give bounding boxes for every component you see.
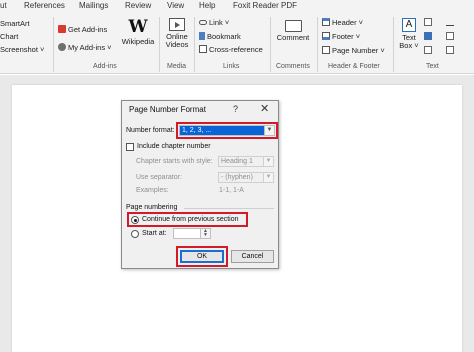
number-format-label: Number format:: [126, 127, 175, 134]
store-icon: [58, 25, 66, 33]
screenshot-button[interactable]: Screenshot ˅: [0, 45, 44, 54]
my-addins-label: My Add-ins ˅: [68, 43, 112, 52]
group-label-addins: Add-ins: [93, 63, 117, 70]
date-time-icon[interactable]: [446, 32, 456, 41]
comment-label: Comment: [276, 33, 310, 42]
footer-icon: [322, 32, 330, 40]
word-window: ut References Mailings Review View Help …: [0, 0, 474, 352]
page-number-label: Page Number ˅: [332, 46, 385, 55]
examples-value: 1-1, 1-A: [219, 187, 244, 194]
dialog-title: Page Number Format: [129, 105, 206, 114]
group-label-media: Media: [167, 63, 187, 70]
comment-icon: [284, 20, 302, 32]
tab-foxit-reader-pdf[interactable]: Foxit Reader PDF: [233, 1, 297, 10]
ribbon: SmartArt Chart Screenshot ˅ Get Add-ins …: [0, 14, 474, 74]
signature-line-icon[interactable]: [446, 18, 456, 27]
tab-mailings[interactable]: Mailings: [79, 1, 108, 10]
chart-button[interactable]: Chart: [0, 32, 18, 41]
examples-label: Examples:: [136, 187, 169, 194]
screenshot-label: Screenshot ˅: [0, 45, 45, 54]
bookmark-button[interactable]: Bookmark: [199, 32, 241, 41]
highlight-number-format: [176, 122, 278, 139]
tab-references[interactable]: References: [24, 1, 65, 10]
include-chapter-checkbox[interactable]: [126, 143, 134, 151]
separator: [317, 17, 318, 72]
wikipedia-icon: W: [128, 17, 148, 37]
footer-label: Footer ˅: [332, 32, 361, 41]
close-icon[interactable]: ✕: [260, 102, 269, 115]
object-icon[interactable]: [446, 46, 456, 55]
online-videos-button[interactable]: Online Videos: [162, 18, 192, 49]
separator: [53, 17, 54, 72]
quick-parts-icon[interactable]: [424, 18, 434, 27]
cross-reference-label: Cross-reference: [209, 45, 263, 54]
page-number-icon: [322, 46, 330, 54]
start-at-input[interactable]: ▲ ▼: [173, 228, 211, 239]
get-addins-label: Get Add-ins: [68, 25, 108, 34]
bookmark-icon: [199, 32, 205, 40]
header-button[interactable]: Header ˅: [322, 18, 363, 27]
my-addins-button[interactable]: My Add-ins ˅: [58, 43, 112, 52]
header-label: Header ˅: [332, 18, 364, 27]
online-videos-label: Online Videos: [165, 32, 189, 49]
ribbon-tabs: ut References Mailings Review View Help …: [0, 0, 474, 14]
group-label-header-footer: Header & Footer: [328, 63, 380, 70]
start-at-label: Start at:: [142, 230, 167, 237]
wikipedia-label: Wikipedia: [121, 37, 155, 46]
tab-help[interactable]: Help: [199, 1, 215, 10]
group-label-comments: Comments: [276, 63, 310, 70]
page-numbering-label: Page numbering: [126, 204, 178, 211]
drop-cap-icon[interactable]: [424, 46, 434, 55]
chapter-style-label: Chapter starts with style:: [136, 158, 213, 165]
link-label: Link ˅: [209, 18, 230, 27]
text-box-button[interactable]: A Text Box ˅: [397, 18, 421, 50]
bookmark-label: Bookmark: [207, 32, 241, 41]
chevron-down-icon: ▼: [263, 157, 273, 166]
comment-button[interactable]: Comment: [274, 20, 312, 42]
text-box-icon: A: [402, 18, 416, 32]
smartart-label: SmartArt: [0, 19, 30, 28]
separator: [270, 17, 271, 72]
page-number-format-dialog: Page Number Format ? ✕ Number format: 1,…: [121, 100, 279, 269]
link-button[interactable]: Link ˅: [199, 18, 229, 27]
video-icon: [169, 18, 185, 31]
separator: [194, 17, 195, 72]
separator-label: Use separator:: [136, 174, 182, 181]
highlight-continue: [127, 212, 248, 227]
chart-label: Chart: [0, 32, 19, 41]
start-at-radio[interactable]: [131, 230, 139, 238]
include-chapter-label: Include chapter number: [137, 143, 211, 150]
text-box-label: Text Box ˅: [399, 33, 419, 50]
group-label-text: Text: [426, 63, 439, 70]
tab-layout[interactable]: ut: [0, 1, 7, 10]
chevron-down-icon: ▼: [263, 173, 273, 182]
chapter-style-dropdown[interactable]: Heading 1 ▼: [218, 156, 274, 167]
cancel-button[interactable]: Cancel: [231, 250, 274, 263]
addins-icon: [58, 43, 66, 51]
section-divider: [184, 208, 274, 209]
separator-value: - (hyphen): [221, 174, 253, 181]
group-label-links: Links: [223, 63, 240, 70]
separator-dropdown[interactable]: - (hyphen) ▼: [218, 172, 274, 183]
smartart-button[interactable]: SmartArt: [0, 19, 30, 28]
spin-icon[interactable]: ▲ ▼: [200, 229, 210, 238]
highlight-ok: [176, 246, 228, 267]
separator: [393, 17, 394, 72]
tab-review[interactable]: Review: [125, 1, 151, 10]
get-addins-button[interactable]: Get Add-ins: [58, 25, 107, 34]
header-icon: [322, 18, 330, 26]
link-icon: [199, 20, 207, 25]
footer-button[interactable]: Footer ˅: [322, 32, 360, 41]
wordart-icon[interactable]: [424, 32, 434, 41]
cross-reference-icon: [199, 45, 207, 53]
wikipedia-button[interactable]: W Wikipedia: [119, 18, 157, 46]
tab-view[interactable]: View: [167, 1, 184, 10]
cross-reference-button[interactable]: Cross-reference: [199, 45, 263, 54]
chapter-style-value: Heading 1: [221, 158, 253, 165]
separator: [159, 17, 160, 72]
page-number-button[interactable]: Page Number ˅: [322, 46, 385, 55]
help-button[interactable]: ?: [233, 104, 238, 114]
